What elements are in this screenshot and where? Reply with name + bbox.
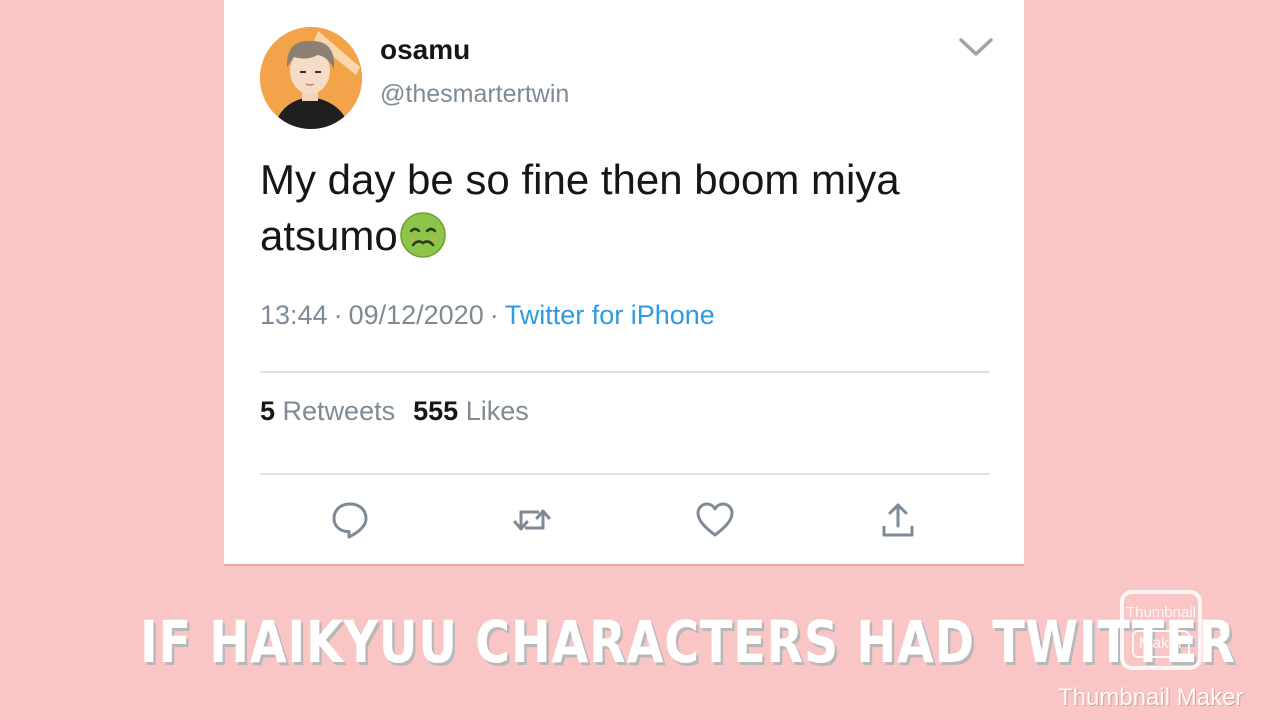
watermark-logo-line2: Maker bbox=[1132, 630, 1190, 658]
likes-stat[interactable]: 555 Likes bbox=[413, 396, 529, 426]
display-name[interactable]: osamu bbox=[380, 34, 470, 66]
video-title-caption: IF HAIKYUU CHARACTERS HAD TWITTER bbox=[140, 608, 1236, 676]
tweet-card[interactable]: osamu @thesmartertwin My day be so fine … bbox=[224, 0, 1024, 564]
meta-separator: · bbox=[489, 300, 499, 330]
video-thumbnail: osamu @thesmartertwin My day be so fine … bbox=[0, 0, 1280, 720]
meta-separator: · bbox=[333, 300, 343, 330]
tweet-source-link[interactable]: Twitter for iPhone bbox=[505, 300, 715, 330]
tweet-text-content: My day be so fine then boom miya atsumo bbox=[260, 156, 900, 259]
user-handle[interactable]: @thesmartertwin bbox=[380, 80, 569, 109]
likes-count: 555 bbox=[413, 396, 459, 426]
retweets-count: 5 bbox=[260, 396, 276, 426]
retweets-stat[interactable]: 5 Retweets bbox=[260, 396, 395, 426]
watermark-text: Thumbnail Maker bbox=[1058, 684, 1244, 711]
tweet-meta: 13:44 · 09/12/2020 · Twitter for iPhone bbox=[260, 300, 715, 331]
likes-label: Likes bbox=[465, 396, 529, 426]
avatar-illustration bbox=[260, 27, 362, 129]
tweet-stats: 5 Retweets 555 Likes bbox=[260, 396, 529, 427]
heart-icon[interactable] bbox=[695, 500, 735, 540]
divider bbox=[260, 371, 990, 373]
watermark-logo-line1: Thumbnail bbox=[1125, 604, 1197, 621]
tweet-date: 09/12/2020 bbox=[348, 300, 484, 330]
thumbnail-maker-logo: Thumbnail Maker bbox=[1120, 590, 1202, 670]
share-icon[interactable] bbox=[878, 500, 918, 540]
tweet-text: My day be so fine then boom miya atsumo bbox=[260, 152, 980, 264]
divider bbox=[260, 473, 990, 475]
reply-icon[interactable] bbox=[330, 500, 370, 540]
tweet-time: 13:44 bbox=[260, 300, 328, 330]
nauseated-face-emoji bbox=[399, 212, 446, 258]
avatar[interactable] bbox=[260, 27, 362, 129]
chevron-down-icon[interactable] bbox=[958, 36, 994, 60]
retweets-label: Retweets bbox=[282, 396, 396, 426]
retweet-icon[interactable] bbox=[512, 500, 552, 540]
